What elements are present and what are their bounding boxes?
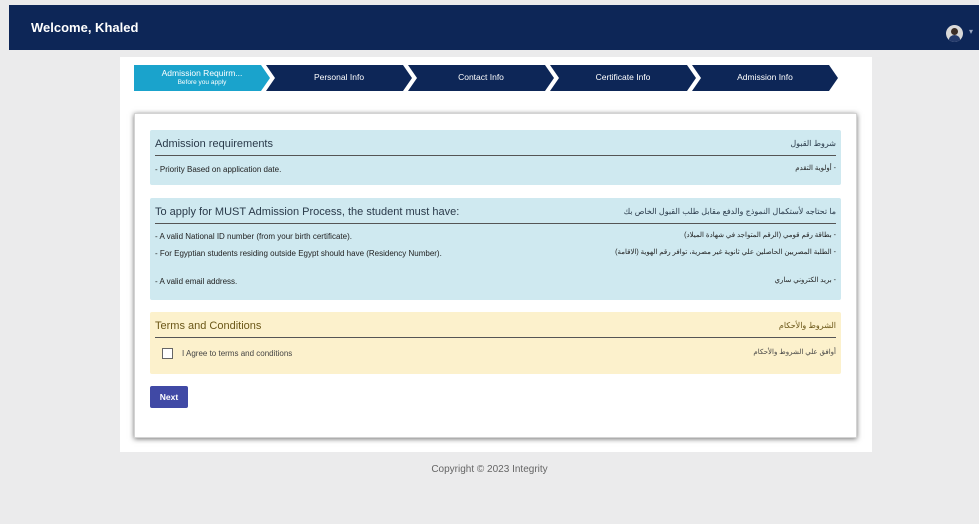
step-label: Contact Info bbox=[458, 72, 504, 83]
admission-requirements-panel: Admission requirements شروط القبول - Pri… bbox=[150, 130, 841, 185]
step-label: Admission Info bbox=[737, 72, 793, 83]
item-text: - For Egyptian students residing outside… bbox=[155, 249, 442, 258]
item-text-arabic: - الطلبة المصريين الحاصلين علي ثانوية غي… bbox=[615, 249, 836, 256]
panel-header: Admission requirements شروط القبول bbox=[155, 130, 836, 156]
step-label: Admission Requirm... bbox=[161, 68, 243, 79]
item-text-arabic: - بطاقة رقم قومي (الرقم المتواجد في شهاد… bbox=[684, 232, 836, 239]
step-label: Certificate Info bbox=[595, 72, 651, 83]
avatar-head bbox=[951, 28, 958, 35]
panel-title: Admission requirements bbox=[155, 138, 273, 150]
panel-title-arabic: ما تحتاجه لأستكمال النموذج والدفع مقابل … bbox=[623, 207, 836, 216]
requirements-card: Admission requirements شروط القبول - Pri… bbox=[134, 113, 857, 438]
panel-title: Terms and Conditions bbox=[155, 320, 262, 332]
agree-label-arabic: أوافق علي الشروط والأحكام bbox=[753, 349, 836, 356]
chevron-down-icon[interactable]: ▾ bbox=[969, 27, 973, 36]
avatar-body bbox=[949, 35, 960, 42]
main-sheet: Admission Requirm... Before you apply Pe… bbox=[120, 57, 872, 452]
item-text-arabic: - بريد الكتروني ساري bbox=[774, 277, 836, 284]
item-text: - A valid National ID number (from your … bbox=[155, 232, 352, 241]
agree-checkbox[interactable] bbox=[162, 348, 173, 359]
step-label: Personal Info bbox=[313, 72, 365, 83]
step-personal-info[interactable]: Personal Info bbox=[266, 65, 412, 91]
step-admission-requirements[interactable]: Admission Requirm... Before you apply bbox=[134, 65, 270, 91]
item-text: - A valid email address. bbox=[155, 277, 238, 286]
step-admission-info[interactable]: Admission Info bbox=[692, 65, 838, 91]
terms-panel: Terms and Conditions الشروط والأحكام I A… bbox=[150, 312, 841, 374]
step-contact-info[interactable]: Contact Info bbox=[408, 65, 554, 91]
step-sublabel: Before you apply bbox=[177, 79, 227, 87]
next-button[interactable]: Next bbox=[150, 386, 188, 408]
panel-title: To apply for MUST Admission Process, the… bbox=[155, 206, 460, 218]
agree-label[interactable]: I Agree to terms and conditions bbox=[182, 349, 292, 358]
panel-title-arabic: شروط القبول bbox=[790, 139, 836, 148]
welcome-text: Welcome, Khaled bbox=[31, 20, 139, 35]
panel-title-arabic: الشروط والأحكام bbox=[778, 321, 836, 330]
panel-header: Terms and Conditions الشروط والأحكام bbox=[155, 312, 836, 338]
requirement-text-arabic: - أولوية التقدم bbox=[795, 165, 836, 172]
requirement-text: - Priority Based on application date. bbox=[155, 165, 282, 174]
step-certificate-info[interactable]: Certificate Info bbox=[550, 65, 696, 91]
top-navbar: Welcome, Khaled ▾ bbox=[9, 5, 979, 50]
footer-copyright: Copyright © 2023 Integrity bbox=[431, 464, 548, 475]
panel-header: To apply for MUST Admission Process, the… bbox=[155, 198, 836, 224]
must-have-panel: To apply for MUST Admission Process, the… bbox=[150, 198, 841, 300]
user-avatar-icon[interactable] bbox=[946, 25, 963, 42]
